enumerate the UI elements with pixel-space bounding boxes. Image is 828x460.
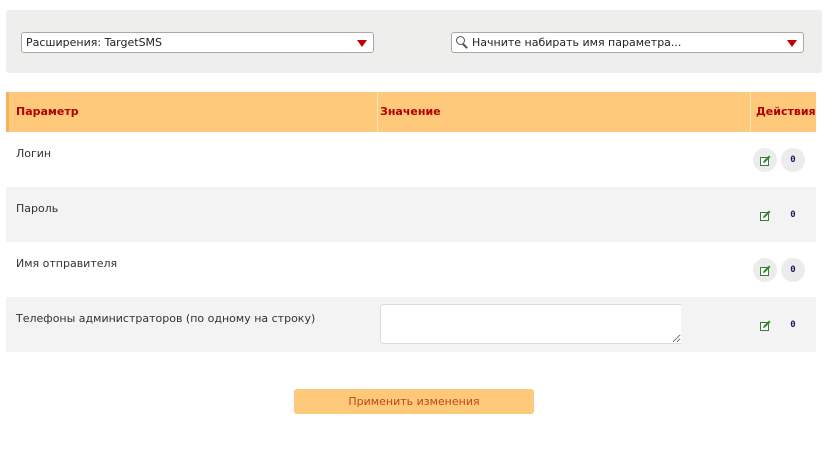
- header-accent: [6, 92, 9, 132]
- edit-icon: [759, 155, 770, 166]
- apply-changes-button[interactable]: Применить изменения: [294, 389, 534, 414]
- table-row: Телефоны администраторов (по одному на с…: [6, 297, 816, 352]
- parameter-search-select[interactable]: Начните набирать имя параметра...: [451, 32, 804, 53]
- table-header: Параметр Значение Действия: [6, 92, 816, 132]
- edit-button[interactable]: [753, 313, 777, 337]
- param-name: Имя отправителя: [16, 257, 118, 270]
- filter-panel: Расширения: TargetSMS Начните набирать и…: [6, 10, 822, 73]
- table-row: Пароль 0: [6, 187, 816, 242]
- reset-button[interactable]: 0: [781, 258, 805, 282]
- table-row: Логин 0: [6, 132, 816, 187]
- reset-button-label: 0: [790, 210, 796, 220]
- extension-select-value: Расширения: TargetSMS: [26, 36, 163, 49]
- param-name: Пароль: [16, 202, 59, 215]
- column-header-param: Параметр: [16, 105, 79, 118]
- edit-button[interactable]: [753, 258, 777, 282]
- edit-icon: [759, 210, 770, 221]
- column-divider: [377, 92, 378, 132]
- edit-icon: [759, 320, 770, 331]
- reset-button[interactable]: 0: [781, 203, 805, 227]
- table-row: Имя отправителя 0: [6, 242, 816, 297]
- edit-button[interactable]: [753, 148, 777, 172]
- search-icon: [456, 36, 468, 49]
- reset-button[interactable]: 0: [781, 313, 805, 337]
- param-name: Логин: [16, 147, 52, 160]
- reset-button-label: 0: [790, 155, 796, 165]
- chevron-down-icon: [357, 40, 367, 47]
- parameter-search-placeholder: Начните набирать имя параметра...: [472, 36, 682, 49]
- admin-phones-textarea[interactable]: [380, 304, 681, 344]
- column-divider: [750, 92, 751, 132]
- reset-button[interactable]: 0: [781, 148, 805, 172]
- parameters-table: Параметр Значение Действия Логин 0 Парол…: [6, 92, 816, 352]
- column-header-value: Значение: [380, 105, 441, 118]
- reset-button-label: 0: [790, 265, 796, 275]
- column-header-actions: Действия: [756, 105, 816, 118]
- edit-button[interactable]: [753, 203, 777, 227]
- reset-button-label: 0: [790, 320, 796, 330]
- edit-icon: [759, 265, 770, 276]
- param-name: Телефоны администраторов (по одному на с…: [16, 312, 316, 325]
- chevron-down-icon: [787, 40, 797, 47]
- extension-select[interactable]: Расширения: TargetSMS: [21, 32, 374, 53]
